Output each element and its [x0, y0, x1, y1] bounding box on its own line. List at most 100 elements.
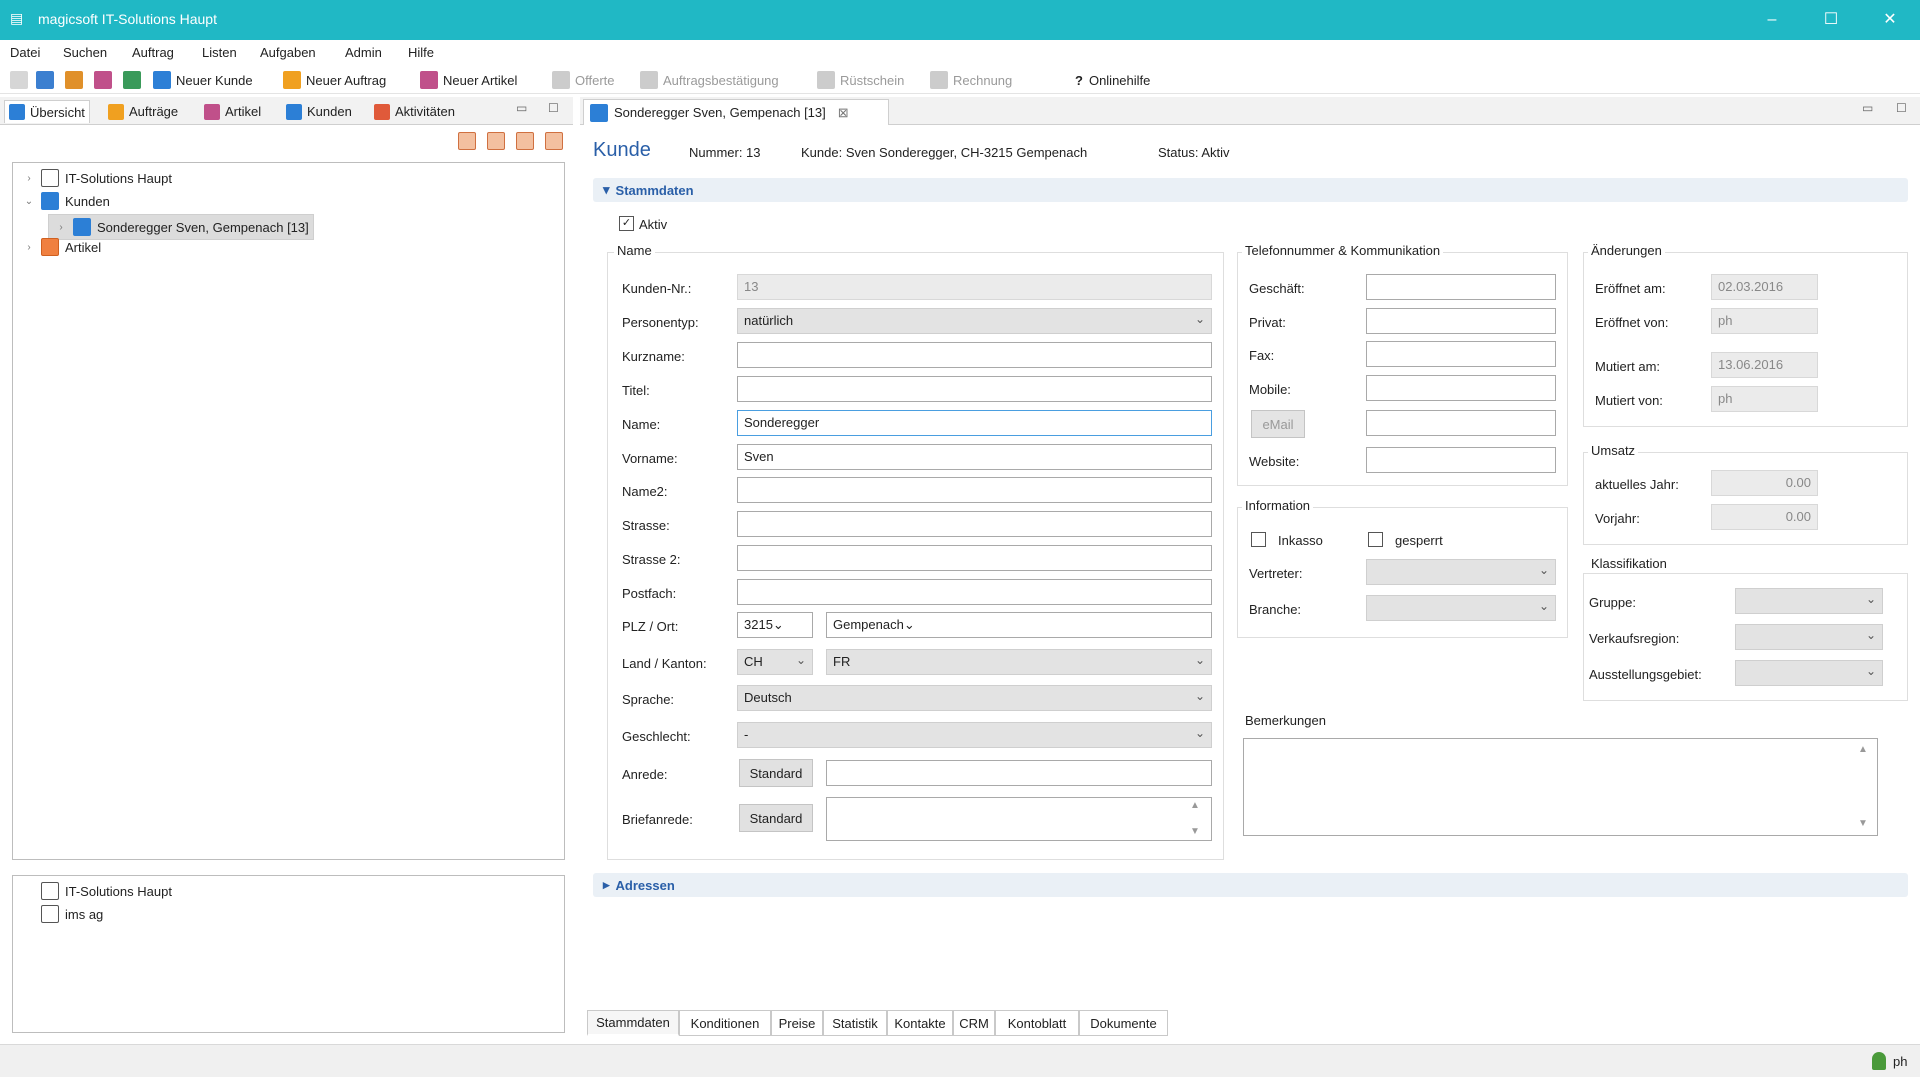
aktuelles-jahr-field[interactable]: 0.00	[1711, 470, 1818, 496]
eroeffnet-von-field[interactable]: ph	[1711, 308, 1818, 334]
close-tab-icon[interactable]: ⊠	[838, 105, 849, 121]
website-field[interactable]	[1366, 447, 1556, 473]
tree-node-artikel[interactable]: › Artikel	[23, 237, 101, 257]
maximize-panel-icon[interactable]: ☐	[1896, 101, 1907, 115]
search-article-icon[interactable]	[94, 70, 112, 90]
sprache-select[interactable]: Deutsch ⌄	[737, 685, 1212, 711]
tab-aktivitaeten[interactable]: Aktivitäten	[370, 100, 459, 123]
gruppe-select[interactable]: ⌄	[1735, 588, 1883, 614]
strasse2-field[interactable]	[737, 545, 1212, 571]
menu-suchen[interactable]: Suchen	[63, 45, 107, 60]
active-checkbox[interactable]: ✓	[619, 216, 634, 231]
vorname-field[interactable]: Sven	[737, 444, 1212, 470]
tab-preise[interactable]: Preise	[771, 1010, 823, 1036]
tree-node-root[interactable]: › IT-Solutions Haupt	[23, 168, 172, 188]
name-field[interactable]: Sonderegger	[737, 410, 1212, 436]
fax-field[interactable]	[1366, 341, 1556, 367]
briefanrede-standard-button[interactable]: Standard	[739, 804, 813, 832]
tree-node-kunden[interactable]: ⌄ Kunden	[23, 191, 110, 211]
tab-dokumente[interactable]: Dokumente	[1079, 1010, 1168, 1036]
kanton-select[interactable]: FR ⌄	[826, 649, 1212, 675]
tab-artikel[interactable]: Artikel	[200, 100, 265, 123]
new-customer-button[interactable]: Neuer Kunde	[153, 70, 253, 90]
anrede-field[interactable]	[826, 760, 1212, 786]
maximize-icon[interactable]: ☐	[1811, 6, 1851, 34]
close-icon[interactable]: ✕	[1870, 6, 1910, 34]
tab-stammdaten[interactable]: Stammdaten	[587, 1010, 679, 1036]
verkaufsregion-select[interactable]: ⌄	[1735, 624, 1883, 650]
mutiert-von-field[interactable]: ph	[1711, 386, 1818, 412]
tab-statistik[interactable]: Statistik	[823, 1010, 887, 1036]
tab-auftraege[interactable]: Aufträge	[104, 100, 182, 123]
mobile-field[interactable]	[1366, 375, 1556, 401]
scroll-up-icon[interactable]: ▲	[1190, 800, 1200, 811]
land-select[interactable]: CH ⌄	[737, 649, 813, 675]
section-adressen[interactable]: ▸ Adressen	[593, 873, 1908, 897]
scroll-down-icon[interactable]: ▼	[1190, 826, 1200, 837]
branche-select[interactable]: ⌄	[1366, 595, 1556, 621]
tree-tool-icon-2[interactable]	[487, 132, 505, 150]
tree-tool-icon-3[interactable]	[516, 132, 534, 150]
menu-aufgaben[interactable]: Aufgaben	[260, 45, 316, 60]
minimize-panel-icon[interactable]: ▭	[516, 101, 527, 115]
tab-konditionen[interactable]: Konditionen	[679, 1010, 771, 1036]
kurzname-field[interactable]	[737, 342, 1212, 368]
list-item[interactable]: IT-Solutions Haupt	[41, 881, 172, 901]
briefanrede-textarea[interactable]	[826, 797, 1212, 841]
name2-label: Name2:	[622, 484, 668, 499]
ort-select[interactable]: Gempenach⌄	[826, 612, 1212, 638]
tab-kunden[interactable]: Kunden	[282, 100, 356, 123]
ausstellungsgebiet-select[interactable]: ⌄	[1735, 660, 1883, 686]
tree-tool-icon-1[interactable]	[458, 132, 476, 150]
section-stammdaten[interactable]: ▾ Stammdaten	[593, 178, 1908, 202]
anrede-standard-button[interactable]: Standard	[739, 759, 813, 787]
bemerkungen-textarea[interactable]	[1243, 738, 1878, 836]
inkasso-checkbox[interactable]	[1251, 532, 1266, 547]
strasse-field[interactable]	[737, 511, 1212, 537]
tab-customer-editor[interactable]: Sonderegger Sven, Gempenach [13] ⊠	[583, 99, 889, 125]
minimize-icon[interactable]: –	[1752, 6, 1792, 34]
privat-field[interactable]	[1366, 308, 1556, 334]
plz-select[interactable]: 3215⌄	[737, 612, 813, 638]
search-order-icon[interactable]	[65, 70, 83, 90]
eroeffnet-am-field[interactable]: 02.03.2016	[1711, 274, 1818, 300]
email-button[interactable]: eMail	[1251, 410, 1305, 438]
maximize-panel-icon[interactable]: ☐	[548, 101, 559, 115]
menu-admin[interactable]: Admin	[345, 45, 382, 60]
minimize-panel-icon[interactable]: ▭	[1862, 101, 1873, 115]
order-confirmation-button[interactable]: Auftragsbestätigung	[640, 70, 779, 90]
vertreter-select[interactable]: ⌄	[1366, 559, 1556, 585]
scroll-up-icon[interactable]: ▲	[1858, 744, 1868, 755]
personentyp-select[interactable]: natürlich ⌄	[737, 308, 1212, 334]
save-icon[interactable]	[10, 70, 28, 90]
list-item[interactable]: ims ag	[41, 904, 103, 924]
email-field[interactable]	[1366, 410, 1556, 436]
gesperrt-checkbox[interactable]	[1368, 532, 1383, 547]
tree-tool-icon-4[interactable]	[545, 132, 563, 150]
tab-crm[interactable]: CRM	[953, 1010, 995, 1036]
search-activity-icon[interactable]	[123, 70, 141, 90]
search-person-icon[interactable]	[36, 70, 54, 90]
geschlecht-select[interactable]: - ⌄	[737, 722, 1212, 748]
menu-listen[interactable]: Listen	[202, 45, 237, 60]
geschaeft-field[interactable]	[1366, 274, 1556, 300]
titel-field[interactable]	[737, 376, 1212, 402]
kunden-nr-field[interactable]: 13	[737, 274, 1212, 300]
scroll-down-icon[interactable]: ▼	[1858, 818, 1868, 829]
vorjahr-field[interactable]: 0.00	[1711, 504, 1818, 530]
offer-button[interactable]: Offerte	[552, 70, 615, 90]
tab-kontakte[interactable]: Kontakte	[887, 1010, 953, 1036]
invoice-button[interactable]: Rechnung	[930, 70, 1012, 90]
name2-field[interactable]	[737, 477, 1212, 503]
tab-kontoblatt[interactable]: Kontoblatt	[995, 1010, 1079, 1036]
new-order-button[interactable]: Neuer Auftrag	[283, 70, 386, 90]
menu-datei[interactable]: Datei	[10, 45, 40, 60]
mutiert-am-field[interactable]: 13.06.2016	[1711, 352, 1818, 378]
menu-auftrag[interactable]: Auftrag	[132, 45, 174, 60]
tab-uebersicht[interactable]: Übersicht	[4, 100, 90, 123]
online-help-button[interactable]: ? Onlinehilfe	[1075, 70, 1150, 90]
delivery-note-button[interactable]: Rüstschein	[817, 70, 904, 90]
postfach-field[interactable]	[737, 579, 1212, 605]
menu-hilfe[interactable]: Hilfe	[408, 45, 434, 60]
new-article-button[interactable]: Neuer Artikel	[420, 70, 517, 90]
